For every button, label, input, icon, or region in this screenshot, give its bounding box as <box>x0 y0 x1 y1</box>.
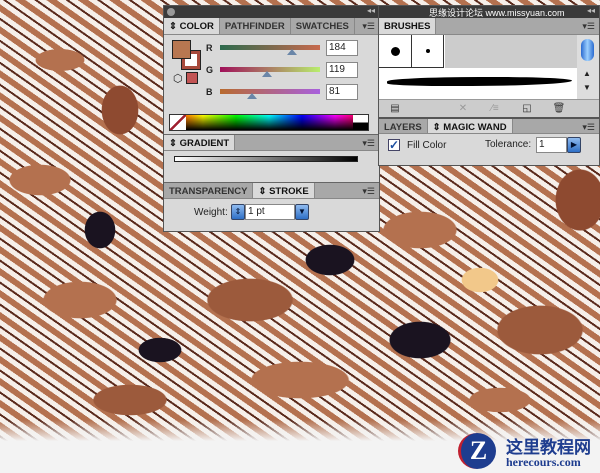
tolerance-arrow[interactable]: ▶ <box>567 137 581 153</box>
tab-pathfinder[interactable]: PATHFINDER <box>220 18 291 34</box>
slider-g[interactable] <box>220 67 320 77</box>
brush-small-round[interactable] <box>412 35 444 68</box>
channel-label-r: R <box>206 43 213 53</box>
remove-stroke-icon[interactable]: ✕ <box>447 100 479 117</box>
input-g[interactable]: 119 <box>326 62 358 78</box>
new-brush-icon[interactable]: ◱ <box>511 100 543 117</box>
logo-z-icon: Z <box>458 433 496 469</box>
tab-layers[interactable]: LAYERS <box>379 119 428 133</box>
slider-thumb[interactable] <box>287 49 297 55</box>
weight-dropdown[interactable]: ▼ <box>295 204 309 220</box>
panel-menu-icon[interactable]: ▾☰ <box>362 18 375 35</box>
fill-color-checkbox[interactable]: ✓ <box>388 139 400 151</box>
fill-color-label: Fill Color <box>407 140 447 151</box>
brush-options-icon[interactable]: ⁄≡ <box>479 100 511 117</box>
tab-gradient[interactable]: ⇕ GRADIENT <box>164 135 236 150</box>
tab-transparency[interactable]: TRANSPARENCY <box>164 183 254 198</box>
last-color-swatch[interactable] <box>186 72 198 84</box>
collapse-icon[interactable]: ◂◂ <box>587 6 595 15</box>
logo-url: herecours.com <box>506 455 581 469</box>
site-logo: Z 这里教程网 herecours.com <box>454 431 600 473</box>
none-swatch[interactable] <box>170 115 186 130</box>
brush-libraries-icon[interactable]: ▤ <box>379 100 411 117</box>
brush-list: ▲ ▼ <box>379 35 599 99</box>
tolerance-input[interactable]: 1 <box>536 137 567 153</box>
color-panel-group: ◂◂ ⇕ COLOR PATHFINDER SWATCHES ▾☰ ⬡ R 18… <box>163 5 380 232</box>
weight-input[interactable]: 1 pt <box>245 204 295 220</box>
weight-stepper[interactable]: ⇕ <box>231 204 245 220</box>
close-icon[interactable] <box>167 8 175 16</box>
tab-color[interactable]: ⇕ COLOR <box>164 18 220 34</box>
input-r[interactable]: 184 <box>326 40 358 56</box>
channel-label-b: B <box>206 87 213 97</box>
white-black-swatch[interactable] <box>353 115 368 130</box>
scroll-down-icon[interactable]: ▼ <box>583 83 591 92</box>
panel-titlebar[interactable]: ◂◂ <box>164 6 379 18</box>
brushes-panel-group: ◂◂ 思缘设计论坛 www.missyuan.com BRUSHES ▾☰ ▲ … <box>378 5 600 166</box>
tab-swatches[interactable]: SWATCHES <box>291 18 355 34</box>
collapse-icon[interactable]: ◂◂ <box>367 6 375 15</box>
channel-label-g: G <box>206 65 214 75</box>
tab-magic-wand[interactable]: ⇕ MAGIC WAND <box>427 119 513 133</box>
gradient-bar[interactable] <box>174 156 358 162</box>
scrollbar[interactable]: ▲ ▼ <box>577 35 599 99</box>
brush-art-stroke[interactable] <box>387 77 572 86</box>
color-body: ⬡ R 184 G 119 B 81 <box>164 35 379 134</box>
brush-large-round[interactable] <box>379 35 412 68</box>
scroll-thumb[interactable] <box>581 39 594 61</box>
delete-brush-icon[interactable]: 🗑 <box>543 100 575 117</box>
panel-menu-icon[interactable]: ▾☰ <box>582 18 595 35</box>
tab-brushes[interactable]: BRUSHES <box>379 18 437 34</box>
slider-thumb[interactable] <box>247 93 257 99</box>
panel-menu-icon[interactable]: ▾☰ <box>362 135 375 152</box>
slider-b[interactable] <box>220 89 320 99</box>
slider-thumb[interactable] <box>262 71 272 77</box>
weight-label: Weight: <box>194 207 228 218</box>
slider-r[interactable] <box>220 45 320 55</box>
input-b[interactable]: 81 <box>326 84 358 100</box>
cube-icon[interactable]: ⬡ <box>173 72 183 85</box>
tab-stroke[interactable]: ⇕ STROKE <box>253 183 315 198</box>
panel-menu-icon[interactable]: ▾☰ <box>362 183 375 200</box>
fill-swatch[interactable] <box>172 40 191 59</box>
scroll-up-icon[interactable]: ▲ <box>583 69 591 78</box>
tolerance-label: Tolerance: <box>485 139 532 150</box>
color-spectrum[interactable] <box>169 114 369 131</box>
